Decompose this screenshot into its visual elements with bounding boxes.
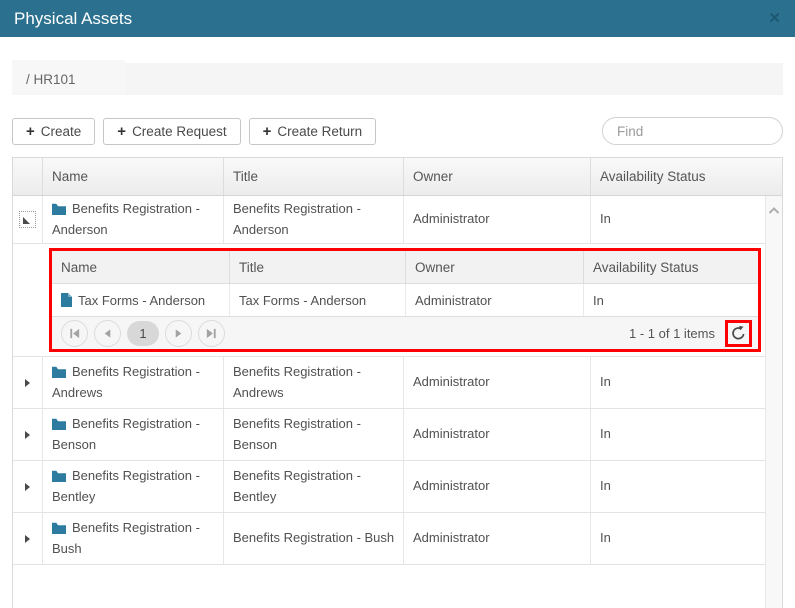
table-row[interactable]: Benefits Registration - Anderson Benefit… [13, 196, 765, 244]
breadcrumb-path: / HR101 [26, 72, 76, 87]
cell-owner: Administrator [404, 513, 591, 564]
row-detail-section: Name Title Owner Availability Status Tax… [13, 244, 765, 357]
expand-row-icon[interactable] [25, 431, 30, 439]
expander-column-header [13, 158, 43, 195]
nested-column-header-owner[interactable]: Owner [406, 251, 584, 283]
scroll-up-icon[interactable] [768, 206, 780, 215]
folder-icon [52, 418, 66, 430]
highlighted-refresh-button[interactable] [725, 320, 752, 347]
dialog-titlebar: Physical Assets ✕ [0, 0, 795, 37]
cell-title: Benefits Registration - Andrews [224, 357, 404, 408]
folder-icon [52, 366, 66, 378]
toolbar: + Create + Create Request + Create Retur… [12, 117, 783, 145]
cell-name: Benefits Registration - Anderson [43, 196, 224, 243]
create-request-button[interactable]: + Create Request [103, 118, 240, 145]
expand-row-icon[interactable] [25, 535, 30, 543]
dialog-content: / HR101 + Create + Create Request + Crea… [0, 63, 795, 608]
folder-icon [52, 203, 66, 215]
table-row[interactable]: Benefits Registration - Bush Benefits Re… [13, 513, 765, 565]
asset-name: Benefits Registration - Anderson [52, 201, 200, 236]
row-expander-cell [13, 196, 43, 243]
create-button[interactable]: + Create [12, 118, 95, 145]
pager-first-page-icon[interactable] [61, 320, 88, 347]
nested-cell-status: In [584, 284, 758, 316]
nested-grid-header: Name Title Owner Availability Status [52, 251, 758, 284]
cell-name: Benefits Registration - Andrews [43, 357, 224, 408]
cell-title: Benefits Registration - Anderson [224, 196, 404, 243]
row-expander-cell [13, 409, 43, 460]
nested-column-header-status[interactable]: Availability Status [584, 251, 758, 283]
cell-status: In [591, 409, 765, 460]
grid-header: Name Title Owner Availability Status [13, 158, 782, 196]
breadcrumb[interactable]: / HR101 [12, 63, 783, 95]
plus-icon: + [263, 124, 272, 139]
folder-icon [52, 522, 66, 534]
nested-column-header-name[interactable]: Name [52, 251, 230, 283]
pager-last-page-icon[interactable] [198, 320, 225, 347]
file-icon [61, 293, 72, 307]
cell-status: In [591, 196, 765, 243]
grid-body: Benefits Registration - Anderson Benefit… [13, 196, 782, 608]
dialog-title: Physical Assets [14, 9, 132, 29]
table-row[interactable]: Benefits Registration - Benson Benefits … [13, 409, 765, 461]
create-request-button-label: Create Request [132, 124, 227, 139]
plus-icon: + [117, 124, 126, 139]
assets-grid: Name Title Owner Availability Status Ben… [12, 157, 783, 608]
cell-owner: Administrator [404, 196, 591, 243]
create-button-label: Create [41, 124, 82, 139]
pager-right-section: 1 - 1 of 1 items [629, 320, 752, 347]
nested-cell-name: Tax Forms - Anderson [52, 284, 230, 316]
find-input[interactable] [602, 117, 783, 145]
refresh-icon [730, 325, 747, 342]
vertical-scrollbar[interactable] [765, 196, 782, 608]
nested-column-header-title[interactable]: Title [230, 251, 406, 283]
asset-name: Benefits Registration - Bentley [52, 468, 200, 503]
highlighted-nested-grid: Name Title Owner Availability Status Tax… [49, 248, 761, 352]
cell-name: Benefits Registration - Benson [43, 409, 224, 460]
cell-owner: Administrator [404, 357, 591, 408]
nested-cell-title: Tax Forms - Anderson [230, 284, 406, 316]
pager-next-page-icon[interactable] [165, 320, 192, 347]
column-header-owner[interactable]: Owner [404, 158, 591, 195]
folder-icon [52, 470, 66, 482]
cell-owner: Administrator [404, 461, 591, 512]
row-expander-cell [13, 357, 43, 408]
column-header-name[interactable]: Name [43, 158, 224, 195]
pager-items-summary: 1 - 1 of 1 items [629, 326, 715, 341]
cell-status: In [591, 461, 765, 512]
row-expander-cell [13, 461, 43, 512]
cell-status: In [591, 513, 765, 564]
table-row[interactable]: Benefits Registration - Bentley Benefits… [13, 461, 765, 513]
nested-table-row[interactable]: Tax Forms - Anderson Tax Forms - Anderso… [52, 284, 758, 316]
cell-title: Benefits Registration - Bush [224, 513, 404, 564]
column-header-title[interactable]: Title [224, 158, 404, 195]
asset-name: Benefits Registration - Bush [52, 520, 200, 555]
pager-previous-page-icon[interactable] [94, 320, 121, 347]
cell-name: Benefits Registration - Bentley [43, 461, 224, 512]
collapse-row-icon[interactable] [19, 211, 36, 228]
expand-row-icon[interactable] [25, 483, 30, 491]
grid-empty-area [13, 565, 765, 608]
asset-name: Benefits Registration - Benson [52, 416, 200, 451]
nested-grid-pager: 1 1 - 1 of 1 items [52, 316, 758, 349]
expand-row-icon[interactable] [25, 379, 30, 387]
cell-title: Benefits Registration - Bentley [224, 461, 404, 512]
close-icon[interactable]: ✕ [768, 11, 781, 26]
create-return-button[interactable]: + Create Return [249, 118, 377, 145]
cell-status: In [591, 357, 765, 408]
cell-title: Benefits Registration - Benson [224, 409, 404, 460]
cell-name: Benefits Registration - Bush [43, 513, 224, 564]
row-expander-cell [13, 513, 43, 564]
plus-icon: + [26, 124, 35, 139]
physical-assets-dialog: Physical Assets ✕ / HR101 + Create + Cre… [0, 0, 795, 608]
cell-owner: Administrator [404, 409, 591, 460]
nested-cell-owner: Administrator [406, 284, 584, 316]
create-return-button-label: Create Return [277, 124, 362, 139]
table-row[interactable]: Benefits Registration - Andrews Benefits… [13, 357, 765, 409]
pager-current-page[interactable]: 1 [127, 321, 159, 346]
column-header-status[interactable]: Availability Status [591, 158, 782, 195]
asset-name: Benefits Registration - Andrews [52, 364, 200, 399]
